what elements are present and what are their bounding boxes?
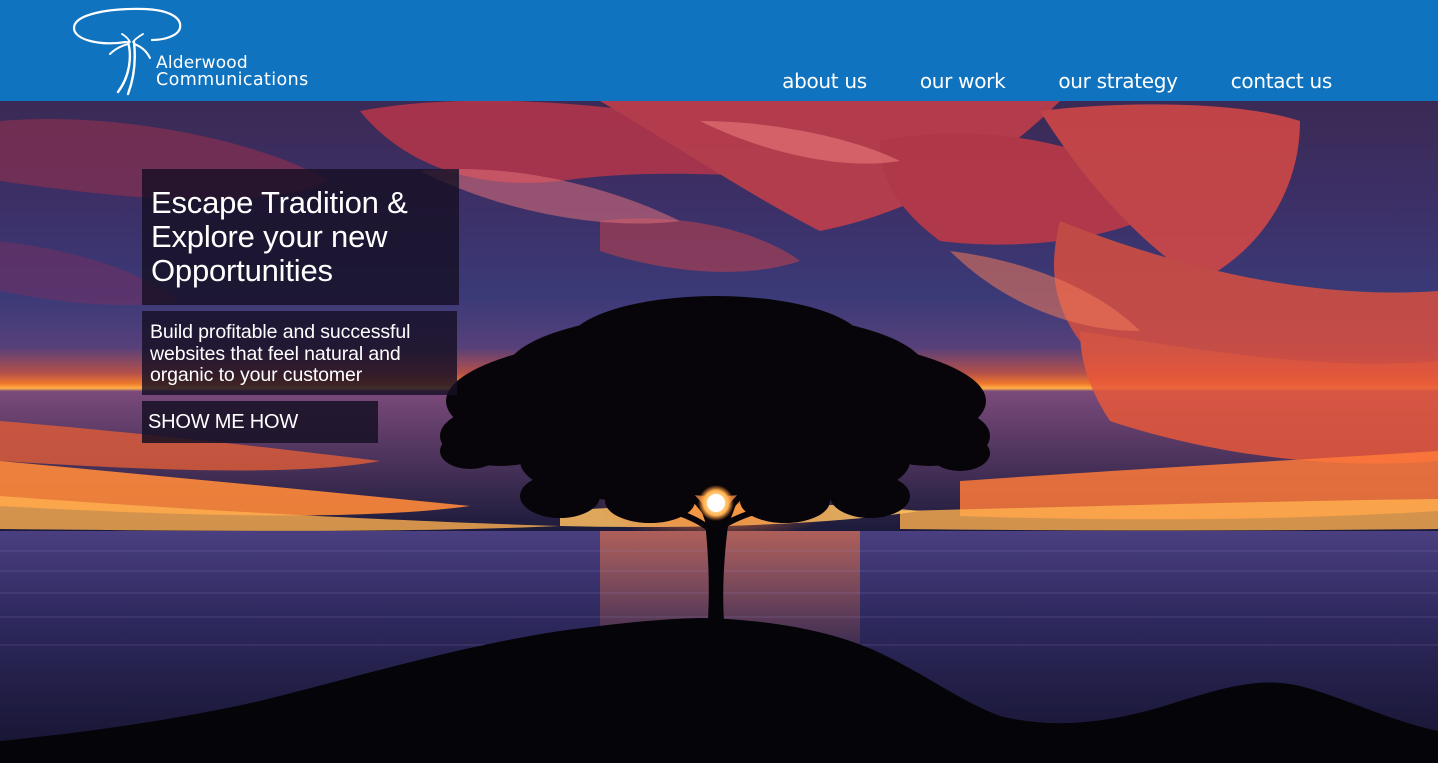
logo-link[interactable]: Alderwood Communications — [70, 6, 330, 96]
nav-our-strategy[interactable]: our strategy — [1058, 69, 1178, 93]
brand-name-line2: Communications — [156, 70, 309, 90]
page: Alderwood Communications about us our wo… — [0, 0, 1438, 763]
site-header: Alderwood Communications about us our wo… — [0, 0, 1438, 101]
main-nav: about us our work our strategy contact u… — [729, 66, 1332, 96]
hero-headline: Escape Tradition & Explore your new Oppo… — [151, 185, 408, 288]
subtext-panel: Build profitable and successful websites… — [142, 311, 457, 395]
headline-panel: Escape Tradition & Explore your new Oppo… — [142, 169, 459, 305]
brand-name: Alderwood Communications — [156, 55, 309, 89]
nav-our-work[interactable]: our work — [920, 69, 1006, 93]
hero-subtext: Build profitable and successful websites… — [150, 321, 411, 386]
nav-contact-us[interactable]: contact us — [1231, 69, 1333, 93]
show-me-how-button[interactable]: SHOW ME HOW — [142, 401, 378, 443]
nav-about-us[interactable]: about us — [782, 69, 867, 93]
